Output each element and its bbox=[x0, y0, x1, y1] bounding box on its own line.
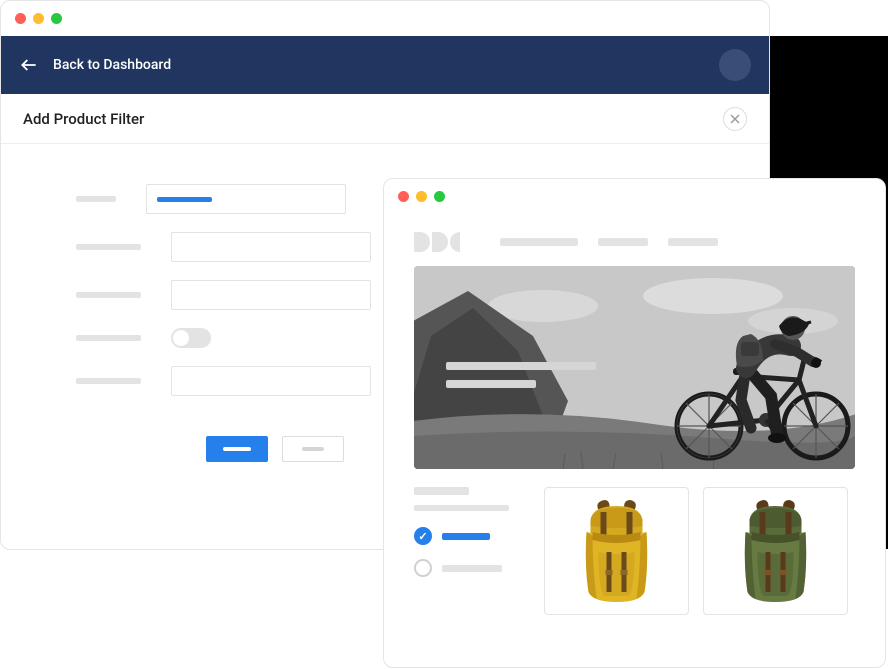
logo-shape bbox=[432, 232, 448, 252]
form-label bbox=[76, 292, 141, 298]
filter-subheading-placeholder bbox=[414, 505, 509, 511]
form-label bbox=[76, 335, 141, 341]
window-maximize-icon[interactable] bbox=[51, 13, 62, 24]
filter-label-placeholder bbox=[442, 565, 502, 572]
cancel-button[interactable] bbox=[282, 436, 344, 462]
hero-heading-placeholder bbox=[446, 362, 596, 370]
form-label bbox=[76, 244, 141, 250]
hero-banner bbox=[414, 266, 855, 469]
avatar[interactable] bbox=[719, 49, 751, 81]
filter-option-selected[interactable] bbox=[414, 527, 524, 545]
nav-item[interactable] bbox=[500, 238, 578, 246]
window-minimize-icon[interactable] bbox=[416, 191, 427, 202]
form-label bbox=[76, 196, 116, 202]
window-controls bbox=[384, 179, 885, 214]
filter-sidebar bbox=[414, 487, 524, 615]
radio-unchecked-icon bbox=[414, 559, 432, 577]
filter-label-placeholder bbox=[442, 533, 490, 540]
page-title: Add Product Filter bbox=[23, 110, 144, 128]
button-label-placeholder bbox=[223, 447, 251, 451]
logo-shape bbox=[450, 232, 460, 252]
product-card[interactable] bbox=[703, 487, 848, 615]
text-input[interactable] bbox=[171, 280, 371, 310]
window-close-icon[interactable] bbox=[15, 13, 26, 24]
products-grid bbox=[544, 487, 848, 615]
store-logo bbox=[414, 232, 460, 252]
product-card[interactable] bbox=[544, 487, 689, 615]
window-controls bbox=[1, 1, 769, 36]
window-close-icon[interactable] bbox=[398, 191, 409, 202]
page-header: Add Product Filter bbox=[1, 94, 769, 144]
filter-option[interactable] bbox=[414, 559, 524, 577]
text-input[interactable] bbox=[171, 232, 371, 262]
save-button[interactable] bbox=[206, 436, 268, 462]
nav-item[interactable] bbox=[668, 238, 718, 246]
store-header bbox=[384, 214, 885, 266]
radio-checked-icon bbox=[414, 527, 432, 545]
nav-left: Back to Dashboard bbox=[19, 55, 171, 75]
products-section bbox=[384, 469, 885, 633]
top-nav: Back to Dashboard bbox=[1, 36, 769, 94]
toggle-switch[interactable] bbox=[171, 328, 211, 348]
button-label-placeholder bbox=[302, 447, 324, 451]
store-nav bbox=[500, 238, 718, 246]
storefront-window bbox=[383, 178, 886, 668]
text-input[interactable] bbox=[146, 184, 346, 214]
hero-text bbox=[446, 362, 596, 398]
back-arrow-icon[interactable] bbox=[19, 55, 39, 75]
nav-item[interactable] bbox=[598, 238, 648, 246]
close-button[interactable] bbox=[723, 107, 747, 131]
window-minimize-icon[interactable] bbox=[33, 13, 44, 24]
text-input[interactable] bbox=[171, 366, 371, 396]
hero-subheading-placeholder bbox=[446, 380, 536, 388]
form-label bbox=[76, 378, 141, 384]
filter-heading-placeholder bbox=[414, 487, 469, 495]
window-maximize-icon[interactable] bbox=[434, 191, 445, 202]
input-value-placeholder bbox=[157, 197, 212, 202]
back-to-dashboard-label[interactable]: Back to Dashboard bbox=[53, 57, 171, 73]
logo-shape bbox=[414, 232, 430, 252]
